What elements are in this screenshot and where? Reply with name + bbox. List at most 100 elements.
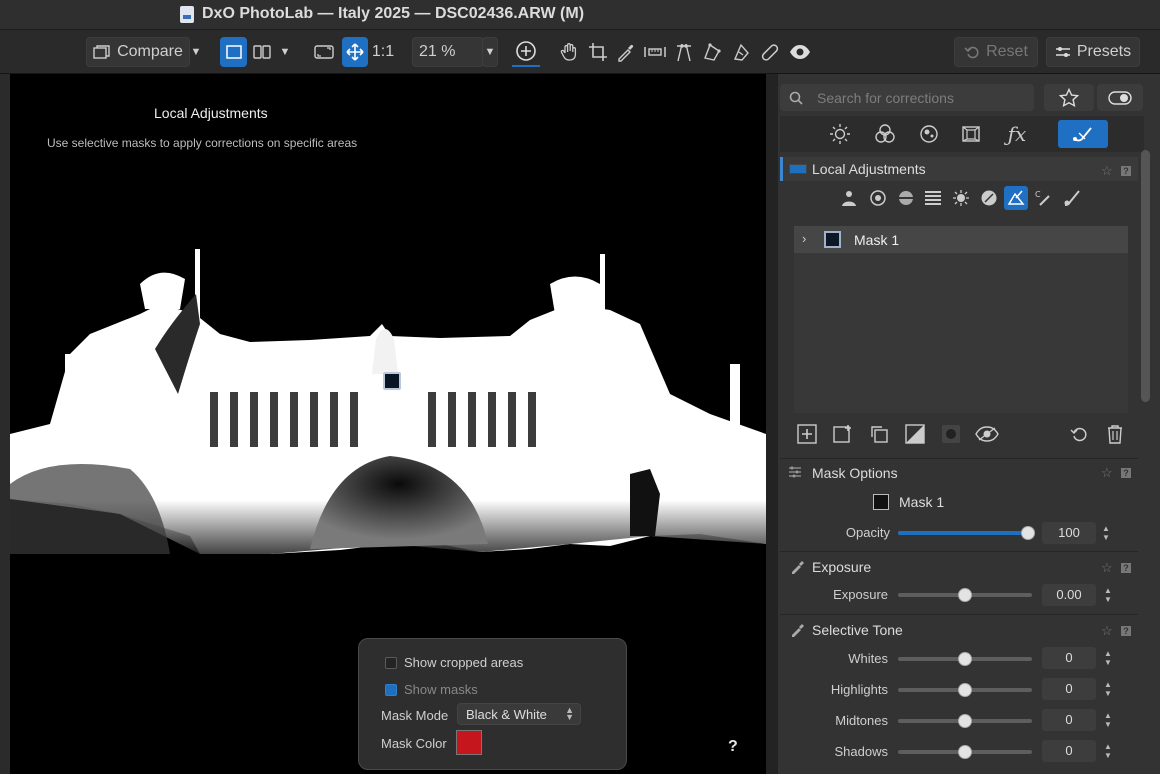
star-icon xyxy=(1059,87,1079,107)
delete-mask-button[interactable] xyxy=(1103,422,1127,446)
split-view-icon xyxy=(253,45,271,59)
view-dropdown-arrow[interactable]: ▼ xyxy=(276,37,294,67)
crop-tool-button[interactable] xyxy=(586,37,610,67)
tab-detail[interactable] xyxy=(909,120,949,148)
show-cropped-row[interactable]: Show cropped areas xyxy=(385,655,523,670)
selective-tone-help-icon[interactable]: ? xyxy=(1121,626,1131,636)
opacity-slider-knob[interactable] xyxy=(1021,526,1035,540)
tab-geometry[interactable] xyxy=(951,120,991,148)
add-mask-button[interactable] xyxy=(795,422,819,446)
eye-preview-button[interactable] xyxy=(786,37,814,67)
chevron-right-icon[interactable]: › xyxy=(802,231,806,246)
left-edge xyxy=(0,74,10,774)
midtones-slider-knob[interactable] xyxy=(958,714,972,728)
mask-marker[interactable] xyxy=(383,372,401,390)
local-adjustments-favorite-icon[interactable]: ☆ xyxy=(1101,163,1113,179)
mask-tool-active[interactable] xyxy=(1004,186,1028,210)
move-button[interactable] xyxy=(342,37,368,67)
viewer-subheading: Use selective masks to apply corrections… xyxy=(47,136,358,150)
radial-filter-tool[interactable] xyxy=(977,186,1001,210)
favorites-button[interactable] xyxy=(1044,84,1094,111)
compare-button[interactable]: Compare xyxy=(86,37,190,67)
reset-button[interactable]: Reset xyxy=(954,37,1038,67)
show-masks-checkbox[interactable] xyxy=(385,683,397,696)
invert-icon xyxy=(905,424,925,444)
mask-color-swatch[interactable] xyxy=(456,730,482,755)
exposure-title: Exposure xyxy=(812,559,872,575)
add-submask-button[interactable] xyxy=(831,422,855,446)
auto-brush-tool[interactable] xyxy=(949,186,973,210)
reset-mask-button[interactable] xyxy=(1067,422,1091,446)
invert-mask-button[interactable] xyxy=(903,422,927,446)
mask-options-favorite-icon[interactable]: ☆ xyxy=(1101,465,1113,481)
mask-list-item[interactable]: › Mask 1 xyxy=(794,226,1128,253)
panel-scrollbar[interactable] xyxy=(1141,150,1150,402)
show-masks-row[interactable]: Show masks xyxy=(385,682,478,697)
opacity-stepper[interactable]: ▲ ▼ xyxy=(1101,524,1111,542)
eye-mask-icon xyxy=(975,426,999,442)
midtones-stepper[interactable]: ▲ ▼ xyxy=(1103,711,1113,729)
zoom-tool-button[interactable] xyxy=(512,37,540,67)
fit-button[interactable] xyxy=(312,37,336,67)
highlights-slider-knob[interactable] xyxy=(958,683,972,697)
section-toggle-icon[interactable] xyxy=(789,164,807,174)
search-input[interactable]: Search for corrections xyxy=(780,84,1034,111)
panel-toggle-button[interactable] xyxy=(1097,84,1143,111)
eraser-tool[interactable]: C xyxy=(1032,186,1056,210)
exposure-help-icon[interactable]: ? xyxy=(1121,563,1131,573)
show-mask-button[interactable] xyxy=(975,422,999,446)
local-adjustments-header[interactable]: Local Adjustments xyxy=(780,157,1138,181)
single-view-button[interactable] xyxy=(220,37,247,67)
hand-tool-button[interactable] xyxy=(557,37,581,67)
duplicate-mask-button[interactable] xyxy=(867,422,891,446)
tab-light[interactable] xyxy=(820,120,860,148)
repair-tool-button[interactable] xyxy=(729,37,753,67)
tab-local-adjustments[interactable] xyxy=(1058,120,1108,148)
shadows-slider-knob[interactable] xyxy=(958,745,972,759)
rotate-tool-button[interactable] xyxy=(700,37,724,67)
whites-stepper[interactable]: ▲ ▼ xyxy=(1103,649,1113,667)
highlights-value[interactable]: 0 xyxy=(1042,678,1096,700)
control-point-tool[interactable] xyxy=(866,186,890,210)
presets-button[interactable]: Presets xyxy=(1046,37,1140,67)
highlights-stepper[interactable]: ▲ ▼ xyxy=(1103,680,1113,698)
brush-icon xyxy=(1064,190,1080,206)
brush-tool[interactable] xyxy=(1060,186,1084,210)
shadows-value[interactable]: 0 xyxy=(1042,740,1096,762)
mask-mode-select[interactable]: Black & White ▲ ▼ xyxy=(457,703,581,725)
tab-color[interactable] xyxy=(865,120,905,148)
show-cropped-checkbox[interactable] xyxy=(385,656,397,669)
exposure-slider-knob[interactable] xyxy=(958,588,972,602)
opacity-value[interactable]: 100 xyxy=(1042,522,1096,544)
mask-options-name: Mask 1 xyxy=(899,494,945,510)
bandage-tool-button[interactable] xyxy=(757,37,783,67)
midtones-value[interactable]: 0 xyxy=(1042,709,1096,731)
tab-effects[interactable]: ƒx xyxy=(997,120,1037,148)
compare-dropdown-arrow[interactable]: ▼ xyxy=(187,37,205,67)
mask-options-help-icon[interactable]: ? xyxy=(1121,468,1131,478)
eyedropper-tool-button[interactable] xyxy=(614,37,638,67)
auto-mask-tool[interactable] xyxy=(837,186,861,210)
graduated-filter-tool[interactable] xyxy=(921,186,945,210)
zoom-dropdown-arrow[interactable]: ▼ xyxy=(482,37,498,67)
control-line-tool[interactable] xyxy=(894,186,918,210)
exposure-value[interactable]: 0.00 xyxy=(1042,584,1096,606)
shadows-stepper[interactable]: ▲ ▼ xyxy=(1103,742,1113,760)
help-button[interactable]: ? xyxy=(728,738,738,756)
exposure-stepper[interactable]: ▲ ▼ xyxy=(1103,586,1113,604)
panel-splitter[interactable] xyxy=(766,74,778,774)
whites-value[interactable]: 0 xyxy=(1042,647,1096,669)
whites-slider-knob[interactable] xyxy=(958,652,972,666)
mask-options-icon xyxy=(789,466,801,478)
zoom-value-field[interactable]: 21 % xyxy=(412,37,484,67)
local-adjustments-help-icon[interactable]: ? xyxy=(1121,166,1131,176)
perspective-tool-button[interactable] xyxy=(672,37,696,67)
straighten-tool-button[interactable] xyxy=(643,37,667,67)
exposure-favorite-icon[interactable]: ☆ xyxy=(1101,560,1113,576)
selective-tone-favorite-icon[interactable]: ☆ xyxy=(1101,623,1113,639)
split-view-button[interactable] xyxy=(250,37,274,67)
zoom-one-to-one-button[interactable]: 1:1 xyxy=(370,37,396,67)
selective-tone-title: Selective Tone xyxy=(812,622,903,638)
reset-label: Reset xyxy=(986,43,1028,60)
mask-opacity-button[interactable] xyxy=(939,422,963,446)
